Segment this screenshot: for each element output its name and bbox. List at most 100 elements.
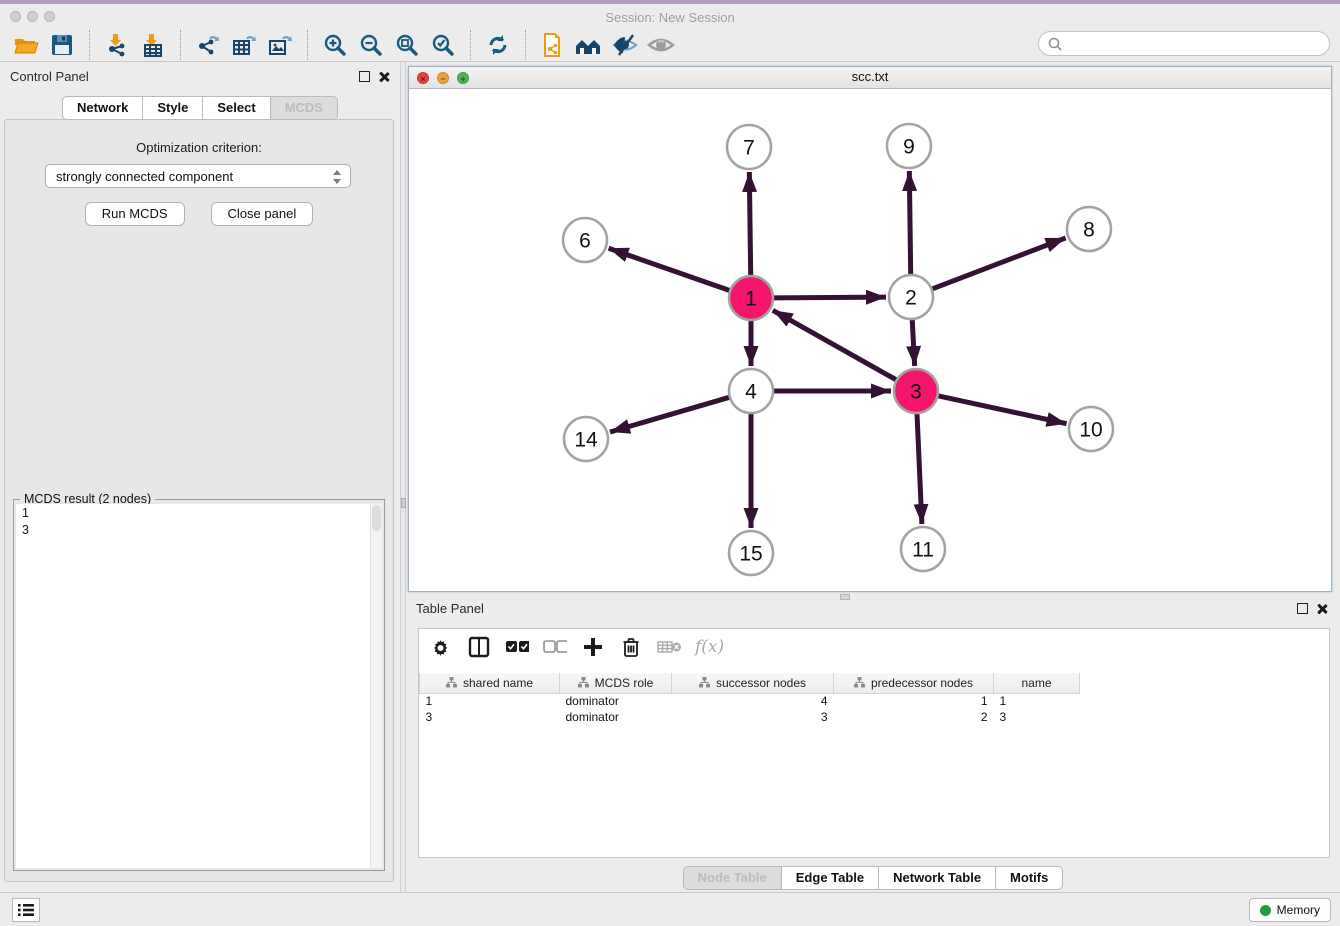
first-neighbors-icon[interactable] — [574, 31, 604, 59]
network-window-titlebar[interactable]: × − + scc.txt — [409, 67, 1331, 89]
graph-node-label-7: 7 — [743, 137, 755, 160]
close-panel-icon[interactable] — [378, 71, 390, 83]
criterion-dropdown[interactable]: strongly connected component — [45, 164, 351, 188]
delete-icon[interactable] — [619, 635, 643, 659]
optimization-criterion-label: Optimization criterion: — [5, 140, 393, 155]
zoom-selected-icon[interactable] — [428, 31, 458, 59]
col-header-shared-name[interactable]: shared name — [420, 673, 560, 693]
tab-style[interactable]: Style — [142, 96, 202, 120]
edge-2-3[interactable] — [912, 320, 914, 366]
col-header-predecessor-nodes[interactable]: predecessor nodes — [834, 673, 994, 693]
run-mcds-button[interactable]: Run MCDS — [85, 202, 185, 226]
tab-node-table[interactable]: Node Table — [683, 866, 781, 890]
network-canvas[interactable]: 1234678910111415 — [409, 89, 1331, 591]
tab-select[interactable]: Select — [202, 96, 269, 120]
close-panel-icon[interactable] — [1316, 603, 1328, 615]
col-header-name[interactable]: name — [994, 673, 1080, 693]
function-builder-icon[interactable]: f(x) — [695, 637, 724, 657]
titlebar: Session: New Session — [0, 4, 1340, 28]
app-window: Session: New Session — [0, 0, 1340, 926]
delete-column-icon[interactable] — [657, 635, 681, 659]
deselect-all-icon[interactable] — [543, 635, 567, 659]
criterion-dropdown-value: strongly connected component — [56, 169, 233, 184]
export-table-icon[interactable] — [229, 31, 259, 59]
col-header-mcds-role[interactable]: MCDS role — [560, 673, 672, 693]
mcds-result-group: MCDS result (2 nodes) 1 3 — [13, 499, 385, 871]
memory-button[interactable]: Memory — [1249, 898, 1331, 922]
hierarchy-icon — [854, 677, 865, 688]
toolbar-separator — [525, 30, 526, 60]
import-network-icon[interactable] — [102, 31, 132, 59]
network-window-title: scc.txt — [409, 69, 1331, 84]
table-row[interactable]: 1 dominator 4 1 1 — [420, 693, 1080, 709]
table-panel-body: f(x) shared name MCDS role successor nod… — [418, 628, 1330, 858]
add-column-icon[interactable] — [581, 635, 605, 659]
edge-4-14[interactable] — [610, 397, 729, 432]
float-panel-icon[interactable] — [1297, 603, 1308, 614]
hierarchy-icon — [578, 677, 589, 688]
edge-3-10[interactable] — [938, 396, 1066, 424]
clone-network-icon[interactable] — [538, 31, 568, 59]
graph-node-label-10: 10 — [1079, 419, 1102, 442]
edge-1-7[interactable] — [749, 172, 750, 275]
table-panel-header: Table Panel — [406, 598, 1340, 622]
tab-network-table[interactable]: Network Table — [878, 866, 995, 890]
tab-mcds[interactable]: MCDS — [270, 96, 338, 120]
graph-node-label-8: 8 — [1083, 219, 1095, 242]
task-list-icon — [18, 903, 34, 917]
graph-node-label-9: 9 — [903, 136, 915, 159]
control-panel-tabs: Network Style Select MCDS — [0, 96, 400, 120]
edge-1-6[interactable] — [609, 248, 730, 290]
graph-node-label-15: 15 — [739, 543, 762, 566]
edge-3-11[interactable] — [917, 414, 922, 524]
edge-2-9[interactable] — [909, 171, 910, 274]
result-scrollbar[interactable] — [370, 504, 382, 868]
table-panel-title: Table Panel — [416, 601, 484, 616]
col-header-successor-nodes[interactable]: successor nodes — [672, 673, 834, 693]
toolbar-separator — [180, 30, 181, 60]
mcds-result-textarea[interactable]: 1 3 — [16, 504, 382, 868]
graph-node-label-11: 11 — [912, 539, 934, 562]
edge-3-1[interactable] — [773, 310, 896, 379]
close-panel-button[interactable]: Close panel — [211, 202, 314, 226]
toolbar-separator — [89, 30, 90, 60]
network-graph[interactable]: 1234678910111415 — [409, 89, 1331, 592]
tab-network[interactable]: Network — [62, 96, 142, 120]
graph-node-label-1: 1 — [745, 288, 757, 311]
table-row[interactable]: 3 dominator 3 2 3 — [420, 709, 1080, 725]
search-field[interactable] — [1038, 31, 1330, 56]
open-session-icon[interactable] — [11, 31, 41, 59]
export-image-icon[interactable] — [265, 31, 295, 59]
settings-gear-icon[interactable] — [429, 635, 453, 659]
search-input[interactable] — [1063, 36, 1329, 52]
control-panel-header: Control Panel — [0, 66, 400, 90]
edge-2-8[interactable] — [932, 238, 1065, 289]
zoom-in-icon[interactable] — [320, 31, 350, 59]
hide-graphics-icon[interactable] — [610, 31, 640, 59]
memory-status-icon — [1260, 905, 1271, 916]
tab-edge-table[interactable]: Edge Table — [781, 866, 878, 890]
table-toolbar: f(x) — [419, 629, 1329, 665]
save-session-icon[interactable] — [47, 31, 77, 59]
export-network-icon[interactable] — [193, 31, 223, 59]
table-panel: Table Panel — [406, 596, 1340, 892]
column-layout-icon[interactable] — [467, 635, 491, 659]
main-area: Control Panel Network Style Select MCDS … — [0, 62, 1340, 892]
control-panel: Control Panel Network Style Select MCDS … — [0, 62, 400, 892]
search-icon — [1047, 36, 1063, 52]
refresh-icon[interactable] — [483, 31, 513, 59]
zoom-out-icon[interactable] — [356, 31, 386, 59]
zoom-fit-icon[interactable] — [392, 31, 422, 59]
float-panel-icon[interactable] — [359, 71, 370, 82]
import-table-icon[interactable] — [138, 31, 168, 59]
toolbar-separator — [470, 30, 471, 60]
mcds-tab-content: Optimization criterion: strongly connect… — [4, 119, 394, 882]
memory-label: Memory — [1277, 903, 1320, 917]
task-history-button[interactable] — [12, 898, 40, 922]
edge-1-2[interactable] — [774, 297, 886, 298]
select-all-icon[interactable] — [505, 635, 529, 659]
birds-eye-icon[interactable] — [646, 31, 676, 59]
tab-motifs[interactable]: Motifs — [995, 866, 1063, 890]
mcds-result-line: 3 — [16, 521, 382, 538]
window-title: Session: New Session — [0, 8, 1340, 28]
